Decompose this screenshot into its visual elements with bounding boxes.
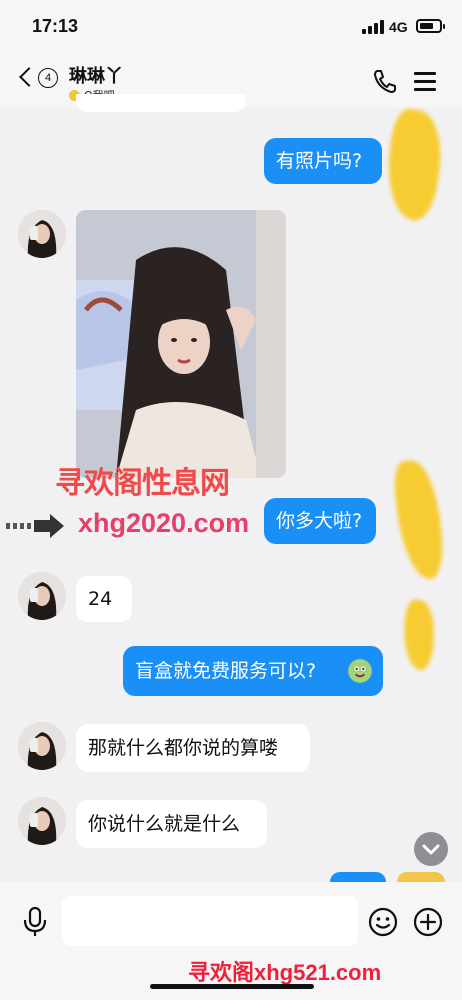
message-bubble-incoming[interactable]: 那就什么都你说的算喽 bbox=[76, 724, 310, 772]
message-input[interactable] bbox=[62, 896, 358, 946]
status-time: 17:13 bbox=[32, 16, 79, 36]
avatar-image bbox=[18, 722, 66, 770]
avatar-image bbox=[18, 797, 66, 845]
scroll-down-button[interactable] bbox=[414, 832, 448, 866]
photo-image bbox=[76, 210, 286, 478]
dinosaur-emoji-icon bbox=[348, 659, 372, 683]
network-label: 4G bbox=[389, 19, 408, 35]
avatar-image bbox=[18, 572, 66, 620]
watermark-url: xhg2020.com bbox=[78, 508, 250, 538]
message-bubble-incoming[interactable]: 你说什么就是什么 bbox=[76, 800, 267, 848]
back-icon bbox=[19, 67, 39, 87]
photo-message[interactable] bbox=[76, 210, 286, 478]
arrow-icon bbox=[6, 514, 64, 538]
my-avatar bbox=[397, 872, 445, 882]
plus-icon[interactable] bbox=[413, 907, 443, 937]
message-bubble-incoming[interactable]: 24 bbox=[76, 576, 132, 622]
unread-count-badge: 4 bbox=[38, 68, 58, 88]
partial-message bbox=[76, 94, 246, 112]
signal-icon bbox=[362, 20, 384, 34]
status-bar: 17:13 4G bbox=[0, 0, 462, 54]
avatar[interactable] bbox=[18, 797, 66, 845]
yellow-paint-streak bbox=[391, 458, 447, 582]
battery-icon bbox=[416, 19, 445, 33]
avatar-image bbox=[18, 210, 66, 258]
watermark-text: 寻欢阁性息网 bbox=[55, 466, 230, 501]
menu-icon[interactable] bbox=[414, 70, 438, 92]
yellow-paint-streak bbox=[401, 599, 437, 671]
yellow-paint-streak bbox=[380, 106, 448, 224]
home-indicator[interactable] bbox=[150, 984, 314, 989]
avatar[interactable] bbox=[18, 572, 66, 620]
message-bubble-outgoing[interactable]: 你多大啦? bbox=[264, 498, 376, 544]
message-text: 盲盒就免费服务可以? bbox=[135, 660, 317, 682]
message-bubble-outgoing[interactable]: 盲盒就免费服务可以? bbox=[123, 646, 383, 696]
chevron-down-icon bbox=[422, 844, 440, 855]
emoji-icon[interactable] bbox=[368, 907, 398, 937]
contact-name[interactable]: 琳琳丫 bbox=[69, 62, 123, 88]
watermark-bottom: 寻欢阁xhg521.com bbox=[188, 960, 382, 985]
phone-icon[interactable] bbox=[372, 68, 398, 94]
message-bubble-outgoing[interactable]: 有照片吗? bbox=[264, 138, 382, 184]
back-button[interactable]: 4 bbox=[18, 66, 62, 96]
avatar[interactable] bbox=[18, 722, 66, 770]
microphone-icon[interactable] bbox=[22, 906, 48, 938]
avatar[interactable] bbox=[18, 210, 66, 258]
